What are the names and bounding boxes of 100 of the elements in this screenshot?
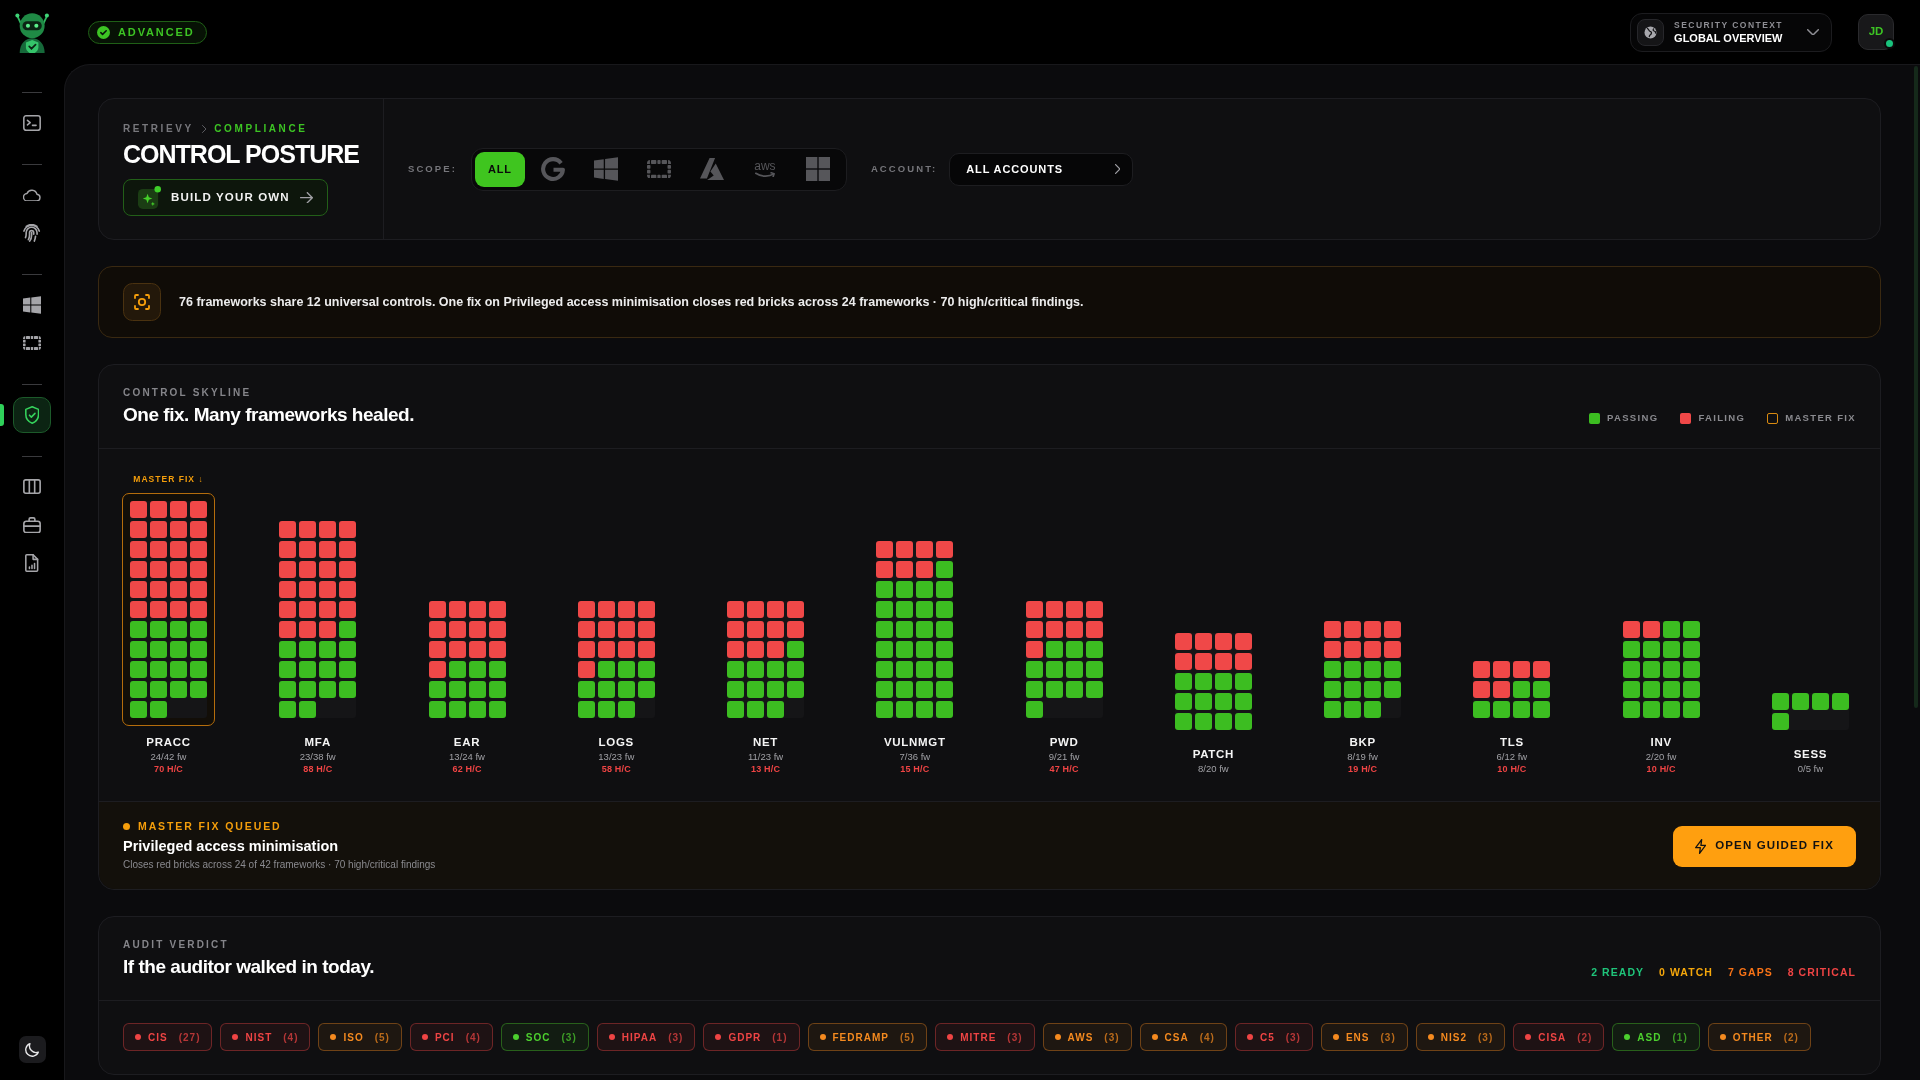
framework-chip[interactable]: CSA (4) (1139, 1023, 1227, 1051)
page-title: CONTROL POSTURE (123, 139, 359, 169)
framework-count: 0/5 fw (1797, 763, 1824, 775)
arrow-right-icon (299, 191, 313, 204)
four-squares-icon (805, 157, 830, 181)
scope-label: SCOPE: (407, 161, 457, 176)
four-pane-window-icon (593, 157, 618, 181)
status-dot-icon (123, 822, 130, 830)
focus-frame-icon (123, 283, 161, 321)
control-code: VULNMGT (884, 736, 946, 749)
findings-count: 10 H/C (1646, 763, 1676, 775)
framework-chip[interactable]: AWS (3) (1042, 1023, 1132, 1051)
chevron-right-icon (1114, 164, 1121, 174)
check-circle-icon (97, 25, 110, 39)
fingerprint-icon (23, 224, 41, 242)
framework-chip[interactable]: FEDRAMP (5) (807, 1023, 928, 1051)
framework-chip[interactable]: NIST (4) (220, 1023, 311, 1051)
control-code: LOGS (598, 736, 634, 749)
control-code: MFA (304, 736, 331, 749)
breadcrumb-current: COMPLIANCE (214, 122, 308, 135)
sidebar-item[interactable] (13, 397, 51, 433)
scope-option[interactable]: ALL (474, 151, 525, 187)
lightning-bolt-icon (1695, 838, 1707, 854)
peak-logo-icon (699, 158, 724, 180)
g-logo-icon (540, 157, 565, 181)
control-code: PWD (1049, 736, 1079, 749)
control-code: INV (1650, 736, 1672, 749)
legend-swatch-icon (1767, 412, 1779, 424)
framework-count: 11/23 fw (747, 751, 784, 763)
account-label: ACCOUNT: (870, 161, 938, 176)
briefcase-icon (23, 516, 41, 534)
verdict-count: 2 READY (1591, 966, 1645, 978)
chevron-right-icon (201, 124, 207, 133)
control-code: PRACC (146, 736, 191, 749)
section-label: AUDIT VERDICT (123, 939, 230, 951)
framework-count: 7/36 fw (899, 751, 931, 763)
framework-count: 6/12 fw (1496, 751, 1528, 763)
framework-chip[interactable]: ISO (5) (318, 1023, 402, 1051)
robot-mascot-icon (13, 11, 51, 53)
framework-chip[interactable]: CIS (27) (123, 1023, 213, 1051)
four-pane-window-icon (23, 296, 41, 314)
segmented-frame-icon (23, 336, 41, 350)
insight-text: 76 frameworks share 12 universal controls. One fix on Privileged access minimisation closes red bricks across 24 frameworks · 70 high/critical findings. (179, 294, 1084, 310)
verdict-count: 0 WATCH (1659, 966, 1713, 978)
context-selector[interactable]: SECURITY CONTEXT GLOBAL OVERVIEW (1630, 12, 1832, 52)
framework-chip[interactable]: GDPR (1) (703, 1023, 800, 1051)
cloud-icon (23, 188, 41, 202)
framework-chip[interactable]: PCI (4) (409, 1023, 493, 1051)
framework-count: 8/19 fw (1347, 751, 1378, 763)
framework-chip[interactable]: CISA (2) (1513, 1023, 1605, 1051)
framework-count: 13/24 fw (449, 751, 485, 763)
findings-count: 58 H/C (601, 763, 631, 775)
framework-count: 24/42 fw (150, 751, 187, 763)
framework-count: 13/23 fw (598, 751, 635, 763)
findings-count: 19 H/C (1348, 763, 1378, 775)
control-code: BKP (1349, 736, 1376, 749)
section-title: If the auditor walked in today. (123, 955, 374, 979)
findings-count: 47 H/C (1049, 763, 1079, 775)
verdict-count: 7 GAPS (1727, 966, 1773, 978)
user-avatar[interactable]: JD (1858, 14, 1894, 50)
legend-label: FAILING (1698, 412, 1746, 424)
framework-count: 9/21 fw (1048, 751, 1080, 763)
control-code: EAR (453, 736, 481, 749)
shield-check-icon (24, 406, 40, 424)
globe-icon (1637, 18, 1665, 46)
framework-count: 8/20 fw (1198, 763, 1229, 775)
chart-document-icon (25, 554, 39, 572)
theme-toggle[interactable] (18, 1036, 46, 1063)
columns-icon (23, 479, 41, 495)
section-title: One fix. Many frameworks healed. (123, 403, 415, 427)
findings-count: 88 H/C (303, 763, 333, 775)
framework-chip[interactable]: ASD (1) (1612, 1023, 1700, 1051)
findings-count: 10 H/C (1497, 763, 1527, 775)
active-bar-icon (0, 404, 4, 426)
control-code: SESS (1793, 748, 1828, 761)
account-dropdown[interactable]: ALL ACCOUNTS (949, 152, 1134, 186)
framework-chip[interactable]: OTHER (2) (1707, 1023, 1811, 1051)
moon-icon (25, 1042, 39, 1057)
framework-chip[interactable]: MITRE (3) (935, 1023, 1035, 1051)
legend-swatch-icon (1680, 412, 1692, 424)
build-your-own-button[interactable]: BUILD YOUR OWN (123, 179, 328, 216)
framework-chip[interactable]: NIS2 (3) (1415, 1023, 1506, 1051)
breadcrumb-link[interactable]: RETRIEVY (123, 122, 194, 135)
segmented-frame-icon (646, 159, 671, 179)
open-guided-fix-button[interactable]: OPEN GUIDED FIX (1673, 825, 1856, 867)
framework-chip[interactable]: ENS (3) (1320, 1023, 1408, 1051)
verdict-count: 8 CRITICAL (1787, 966, 1856, 978)
terminal-icon (23, 114, 41, 132)
framework-chip[interactable]: SOC (3) (500, 1023, 589, 1051)
fix-title: Privileged access minimisation (123, 837, 340, 856)
sparkle-icon (138, 186, 161, 209)
fix-detail: Closes red bricks across 24 of 42 frameworks · 70 high/critical findings (123, 858, 436, 872)
queue-label: MASTER FIX QUEUED (138, 820, 282, 832)
findings-count: 15 H/C (900, 763, 930, 775)
framework-chip[interactable]: HIPAA (3) (596, 1023, 696, 1051)
control-code: NET (753, 736, 779, 749)
findings-count: 13 H/C (751, 763, 781, 775)
tier-label: ADVANCED (118, 25, 195, 39)
framework-chip[interactable]: C5 (3) (1234, 1023, 1313, 1051)
legend-label: PASSING (1607, 412, 1659, 424)
